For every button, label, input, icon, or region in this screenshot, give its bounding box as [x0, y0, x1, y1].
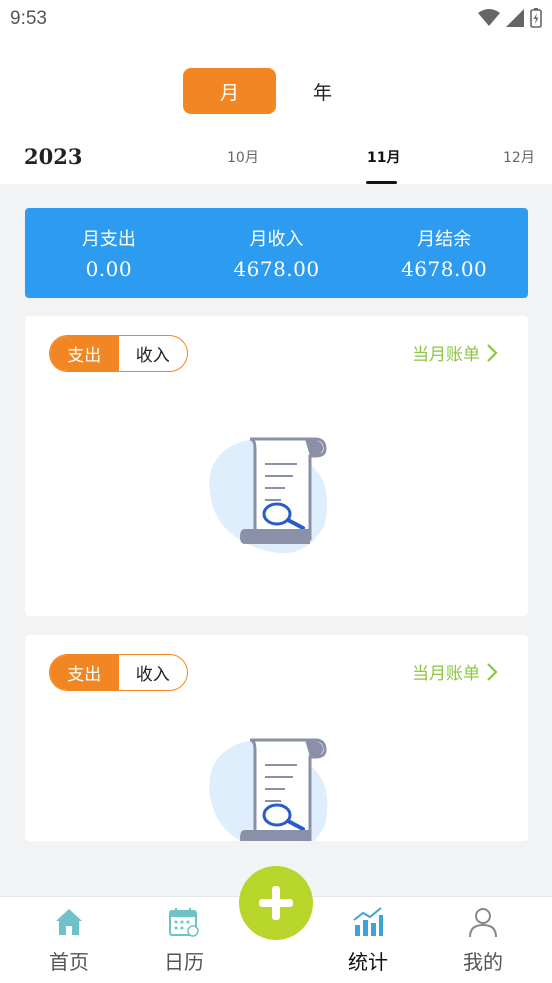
chart-icon: [353, 907, 383, 936]
month-toggle-button[interactable]: 月: [183, 68, 276, 114]
segment-expense[interactable]: 支出: [50, 655, 119, 690]
summary-income: 月收入 4678.00: [193, 208, 361, 298]
monthly-summary: 月支出 0.00 月收入 4678.00 月结余 4678.00: [25, 208, 528, 298]
month-tab-prev[interactable]: 10月: [227, 147, 259, 167]
status-time: 9:53: [10, 8, 47, 29]
period-toggle: 月 年: [183, 68, 369, 114]
stats-card: 支出 收入 当月账单: [25, 635, 528, 841]
tab-calendar[interactable]: 日历: [129, 897, 239, 983]
segment-expense[interactable]: 支出: [50, 336, 119, 371]
home-icon: [56, 909, 82, 935]
calendar-icon: [169, 908, 199, 937]
segment-income[interactable]: 收入: [119, 655, 188, 690]
chevron-right-icon: [487, 662, 498, 681]
user-icon: [469, 908, 497, 938]
summary-label: 月收入: [249, 229, 304, 250]
summary-balance: 月结余 4678.00: [360, 208, 528, 298]
monthly-bill-label: 当月账单: [412, 664, 480, 684]
signal-icon: [506, 9, 524, 27]
tab-label: 日历: [164, 950, 204, 974]
type-segmented-control: 支出 收入: [49, 335, 188, 372]
month-tab-indicator: [366, 181, 397, 184]
summary-value: 4678.00: [233, 257, 320, 281]
tab-label: 统计: [348, 950, 388, 974]
summary-expense: 月支出 0.00: [25, 208, 193, 298]
summary-value: 4678.00: [401, 257, 488, 281]
plus-icon: [259, 886, 293, 920]
year-toggle-button[interactable]: 年: [276, 68, 369, 114]
monthly-bill-link[interactable]: 当月账单: [412, 340, 498, 365]
stats-card: 支出 收入 当月账单: [25, 316, 528, 616]
battery-icon: [530, 8, 542, 28]
month-tab-next[interactable]: 12月: [503, 147, 535, 167]
empty-data-illustration: [209, 437, 328, 554]
year-label: 2023: [24, 144, 83, 169]
tab-label: 首页: [49, 950, 89, 974]
monthly-bill-label: 当月账单: [412, 345, 480, 365]
status-icons: [478, 8, 542, 28]
summary-label: 月支出: [81, 229, 136, 250]
tab-home[interactable]: 首页: [14, 897, 124, 983]
type-segmented-control: 支出 收入: [49, 654, 188, 691]
summary-value: 0.00: [85, 257, 133, 281]
summary-label: 月结余: [417, 229, 472, 250]
tab-label: 我的: [463, 950, 503, 974]
tab-statistics[interactable]: 统计: [313, 897, 423, 983]
tab-profile[interactable]: 我的: [428, 897, 538, 983]
monthly-bill-link[interactable]: 当月账单: [412, 659, 498, 684]
empty-data-illustration: [209, 738, 328, 841]
header: 月 年 2023 10月 11月 12月: [0, 38, 552, 184]
wifi-icon: [478, 9, 500, 26]
add-record-button[interactable]: [239, 866, 313, 940]
segment-income[interactable]: 收入: [119, 336, 188, 371]
chevron-right-icon: [487, 343, 498, 362]
month-tab-current[interactable]: 11月: [367, 147, 400, 167]
status-bar: 9:53: [0, 0, 552, 38]
